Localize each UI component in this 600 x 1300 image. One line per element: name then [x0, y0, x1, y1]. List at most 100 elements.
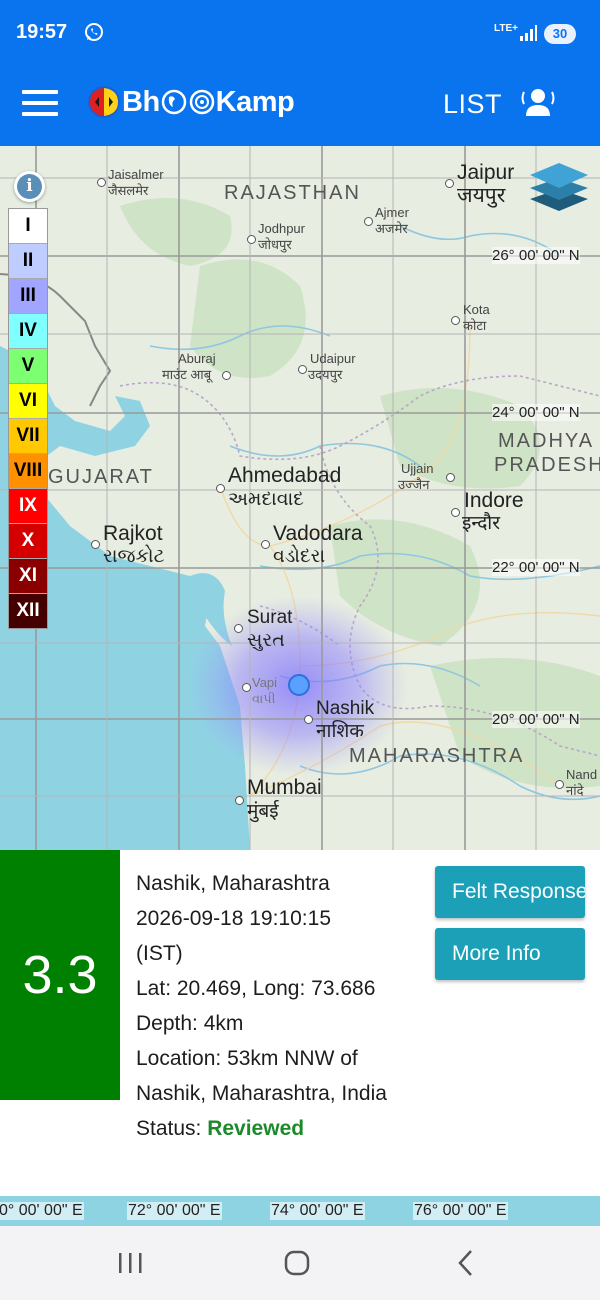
longitude-label: 72° 00' 00" E — [127, 1202, 222, 1220]
logo-text-prefix: Bh — [122, 85, 160, 118]
home-icon[interactable] — [284, 1250, 310, 1276]
latitude-label: 20° 00' 00" N — [492, 711, 580, 728]
seismic-map[interactable]: RAJASTHAN GUJARAT MADHYA PRADESH MAHARAS… — [0, 146, 600, 850]
city-label: Vadodara — [273, 522, 363, 545]
event-status: Status: Reviewed — [136, 1111, 426, 1146]
city-label-local: नाशिक — [316, 721, 364, 742]
city-label: Kota — [463, 302, 490, 317]
felt-response-button[interactable]: Felt Response — [435, 866, 585, 918]
city-label-local: રાજકોટ — [103, 546, 165, 567]
intensity-legend: I II III IV V VI VII VIII IX X XI XII — [8, 208, 48, 629]
legend-item-ix: IX — [9, 489, 47, 524]
status-time: 19:57 — [16, 21, 68, 43]
city-label: Jaisalmer — [108, 167, 164, 182]
city-label: Rajkot — [103, 522, 163, 545]
longitude-label: 76° 00' 00" E — [413, 1202, 508, 1220]
back-icon[interactable] — [455, 1248, 477, 1278]
region-label: GUJARAT — [48, 466, 154, 488]
info-icon: i — [17, 174, 42, 199]
event-coords: Lat: 20.469, Long: 73.686 — [136, 977, 376, 1000]
network-label: LTE+ — [494, 23, 518, 34]
city-label-local: उज्जैन — [398, 477, 430, 492]
city-dot — [235, 796, 244, 805]
city-label-local: સુરત — [247, 630, 285, 651]
legend-item-xi: XI — [9, 559, 47, 594]
status-label: Status: — [136, 1117, 208, 1140]
city-label: Jodhpur — [258, 221, 305, 236]
seismo-ring-icon — [189, 89, 214, 115]
city-dot — [555, 780, 564, 789]
battery-indicator: 30 — [544, 24, 576, 44]
legend-item-xii: XII — [9, 594, 47, 628]
city-label-local: વડોદરા — [273, 546, 326, 567]
city-label: Mumbai — [247, 776, 322, 799]
city-label-local: इन्दौर — [462, 513, 500, 534]
city-label-local: जयपुर — [457, 184, 506, 207]
city-dot — [91, 540, 100, 549]
recents-icon[interactable] — [117, 1251, 143, 1275]
app-logo: Bh Kamp — [86, 84, 295, 120]
city-dot — [451, 508, 460, 517]
city-dot — [445, 179, 454, 188]
city-label-local: माउंट आबू — [162, 367, 212, 382]
legend-item-i: I — [9, 209, 47, 244]
city-label-local: उदयपुर — [308, 367, 343, 382]
app-header: 19:57 LTE+ 30 Bh Kamp LIST — [0, 0, 600, 146]
city-dot — [234, 624, 243, 633]
city-dot — [242, 683, 251, 692]
event-location: Location: 53km NNW of Nashik, Maharashtr… — [136, 1047, 387, 1105]
city-dot — [364, 217, 373, 226]
legend-item-ii: II — [9, 244, 47, 279]
region-label: MAHARASHTRA — [349, 745, 525, 767]
legend-item-x: X — [9, 524, 47, 559]
city-dot — [446, 473, 455, 482]
city-label-local: વાપી — [252, 691, 276, 706]
longitude-label: 0° 00' 00" E — [0, 1202, 84, 1220]
city-label-local: कोटा — [463, 318, 487, 333]
event-datetime: 2026-09-18 19:10:15 — [136, 907, 331, 930]
city-label-local: नांदे — [566, 783, 584, 798]
city-label-local: अजमेर — [375, 221, 408, 236]
info-button[interactable]: i — [14, 171, 45, 202]
signal-icon — [520, 25, 537, 41]
city-label: Indore — [464, 489, 524, 512]
region-label: RAJASTHAN — [224, 182, 361, 204]
event-details: Nashik, Maharashtra 2026-09-18 19:10:15 … — [136, 866, 426, 1146]
city-label: Ujjain — [401, 461, 434, 476]
status-value: Reviewed — [207, 1117, 305, 1140]
city-dot — [298, 365, 307, 374]
legend-item-iii: III — [9, 279, 47, 314]
city-dot — [451, 316, 460, 325]
city-dot — [247, 235, 256, 244]
more-info-button[interactable]: More Info — [435, 928, 585, 980]
city-label: Surat — [247, 607, 293, 628]
region-label: MADHYA — [498, 430, 595, 452]
magnitude-badge: 3.3 — [0, 850, 120, 1100]
event-timezone: (IST) — [136, 942, 183, 965]
system-nav-bar — [0, 1226, 600, 1300]
event-depth: Depth: 4km — [136, 1012, 244, 1035]
city-dot — [261, 540, 270, 549]
city-label: Ajmer — [375, 205, 409, 220]
legend-item-vi: VI — [9, 384, 47, 419]
logo-text-suffix: Kamp — [215, 85, 295, 118]
logo-icon — [88, 86, 120, 118]
menu-icon[interactable] — [22, 90, 58, 116]
city-label: Aburaj — [178, 351, 216, 366]
city-label: Vapi — [252, 675, 278, 690]
latitude-label: 24° 00' 00" N — [492, 404, 580, 421]
epicenter-marker[interactable] — [288, 674, 310, 696]
city-dot — [216, 484, 225, 493]
logo-text: Bh Kamp — [122, 85, 295, 119]
list-button[interactable]: LIST — [443, 89, 502, 120]
city-label: Jaipur — [457, 161, 515, 184]
city-dot — [304, 715, 313, 724]
city-label: Ahmedabad — [228, 464, 342, 487]
city-label: Nand — [566, 767, 598, 782]
profile-icon[interactable] — [520, 86, 556, 118]
city-label-local: जैसलमेर — [108, 183, 149, 198]
event-place: Nashik, Maharashtra — [136, 872, 330, 895]
legend-item-iv: IV — [9, 314, 47, 349]
city-dot — [97, 178, 106, 187]
layers-icon[interactable] — [528, 161, 590, 213]
